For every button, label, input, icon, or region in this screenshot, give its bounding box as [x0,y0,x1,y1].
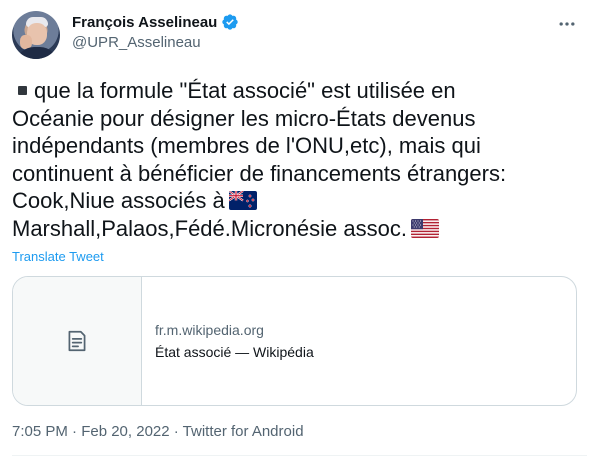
tweet: François Asselineau @UPR_Asselineau que … [0,0,597,465]
tweet-text: que la formule "État associé" est utilis… [12,77,587,242]
card-domain: fr.m.wikipedia.org [155,322,264,338]
author-handle[interactable]: @UPR_Asselineau [72,34,201,51]
tweet-line: continuent à bénéficier de financements … [12,160,507,186]
verified-badge-icon [222,14,239,30]
tweet-line: Cook,Niue associés à [12,187,587,215]
card-title: État associé — Wikipédia [155,344,314,360]
tweet-line: Marshall,Palaos,Fédé.Micronésie assoc. [12,215,587,243]
author-display-name[interactable]: François Asselineau [72,14,217,31]
translate-tweet-link[interactable]: Translate Tweet [12,249,104,264]
divider [12,455,587,456]
tweet-line: Océanie pour désigner les micro-États de… [12,105,476,131]
tweet-timestamp[interactable]: 7:05 PM · Feb 20, 2022 · Twitter for And… [12,423,304,440]
new-zealand-flag-icon [228,191,257,210]
black-square-icon [18,86,27,95]
author-name-row: François Asselineau [72,13,239,31]
more-options-icon[interactable] [557,14,577,34]
card-thumbnail [13,277,142,405]
united-states-flag-icon [410,218,439,238]
ellipsis-icon [559,22,575,26]
document-icon [68,330,86,352]
tweet-line: indépendants (membres de l'ONU,etc), mai… [12,133,481,158]
tweet-line: que la formule "État associé" est utilis… [12,77,587,105]
link-preview-card[interactable]: fr.m.wikipedia.org État associé — Wikipé… [12,276,577,406]
avatar[interactable] [12,11,60,59]
